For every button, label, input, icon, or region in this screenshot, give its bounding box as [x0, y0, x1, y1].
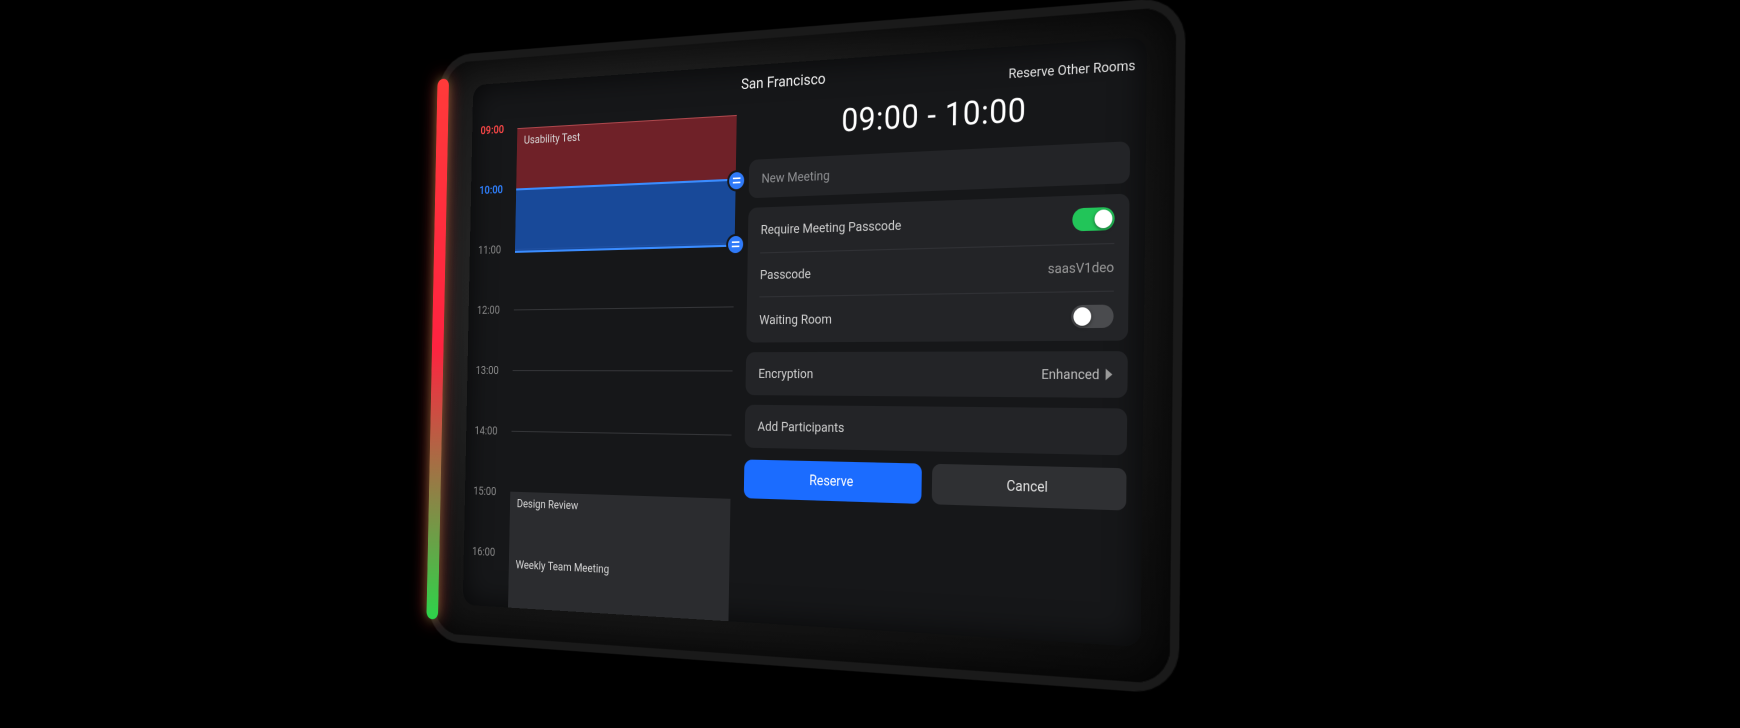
event-usability-test[interactable]: Usability Test [516, 115, 737, 189]
time-label-1000: 10:00 [479, 183, 503, 197]
time-label-1400: 14:00 [474, 424, 497, 437]
product-render-stage: San Francisco Reserve Other Rooms 09:00 … [0, 0, 1740, 728]
passcode-label: Passcode [760, 266, 811, 282]
reservation-form: 09:00 - 10:00 New Meeting Require Meetin… [734, 79, 1146, 647]
time-label-0900: 09:00 [480, 123, 504, 137]
timeline-column[interactable]: 09:00 10:00 11:00 12:00 13:00 14:00 15:0… [463, 104, 743, 622]
toggle-knob [1094, 209, 1112, 228]
chevron-right-icon [1105, 369, 1113, 381]
content-body: 09:00 10:00 11:00 12:00 13:00 14:00 15:0… [463, 79, 1147, 647]
event-title: Design Review [517, 497, 579, 513]
reserve-other-rooms-link[interactable]: Reserve Other Rooms [1008, 38, 1136, 101]
waiting-room-label: Waiting Room [759, 312, 832, 328]
encryption-value: Enhanced [1041, 366, 1099, 382]
time-label-1200: 12:00 [477, 304, 500, 317]
time-label-1100: 11:00 [478, 243, 501, 257]
passcode-value: saasV1deo [1048, 259, 1114, 277]
meeting-name-input[interactable]: New Meeting [749, 141, 1130, 198]
encryption-row[interactable]: Encryption Enhanced [746, 351, 1128, 398]
event-title: Weekly Team Meeting [516, 558, 610, 576]
drag-icon [732, 240, 740, 249]
reserve-other-rooms-label: Reserve Other Rooms [1008, 57, 1135, 81]
cancel-button-label: Cancel [1006, 478, 1048, 496]
add-participants-row[interactable]: Add Participants [745, 405, 1127, 456]
toggle-knob [1073, 307, 1091, 326]
encryption-label: Encryption [758, 366, 813, 381]
require-passcode-row: Require Meeting Passcode [761, 207, 1115, 241]
time-label-1500: 15:00 [473, 484, 496, 498]
time-label-1300: 13:00 [476, 364, 499, 377]
passcode-row[interactable]: Passcode saasV1deo [760, 243, 1115, 285]
drag-icon [733, 176, 741, 185]
hour-line [514, 306, 734, 310]
require-passcode-toggle[interactable] [1072, 207, 1115, 231]
timeline-selection[interactable] [515, 179, 736, 253]
security-card: Require Meeting Passcode Passcode saasV1… [747, 194, 1130, 343]
action-buttons: Reserve Cancel [744, 459, 1127, 510]
require-passcode-label: Require Meeting Passcode [761, 218, 902, 238]
event-title: Usability Test [524, 130, 581, 146]
waiting-room-row: Waiting Room [759, 291, 1114, 331]
hour-line [511, 431, 731, 436]
cancel-button[interactable]: Cancel [932, 464, 1127, 511]
hour-line [513, 370, 733, 371]
waiting-room-toggle[interactable] [1071, 305, 1114, 329]
event-design-review[interactable]: Design Review [509, 492, 731, 564]
reserve-button-label: Reserve [809, 472, 853, 490]
time-label-1600: 16:00 [472, 545, 495, 559]
room-name: San Francisco [741, 71, 826, 94]
meeting-name-placeholder: New Meeting [761, 168, 829, 186]
encryption-value-wrap: Enhanced [1041, 366, 1113, 382]
add-participants-label: Add Participants [757, 419, 844, 436]
reserve-button[interactable]: Reserve [744, 459, 922, 503]
room-scheduler-screen: San Francisco Reserve Other Rooms 09:00 … [463, 37, 1147, 647]
